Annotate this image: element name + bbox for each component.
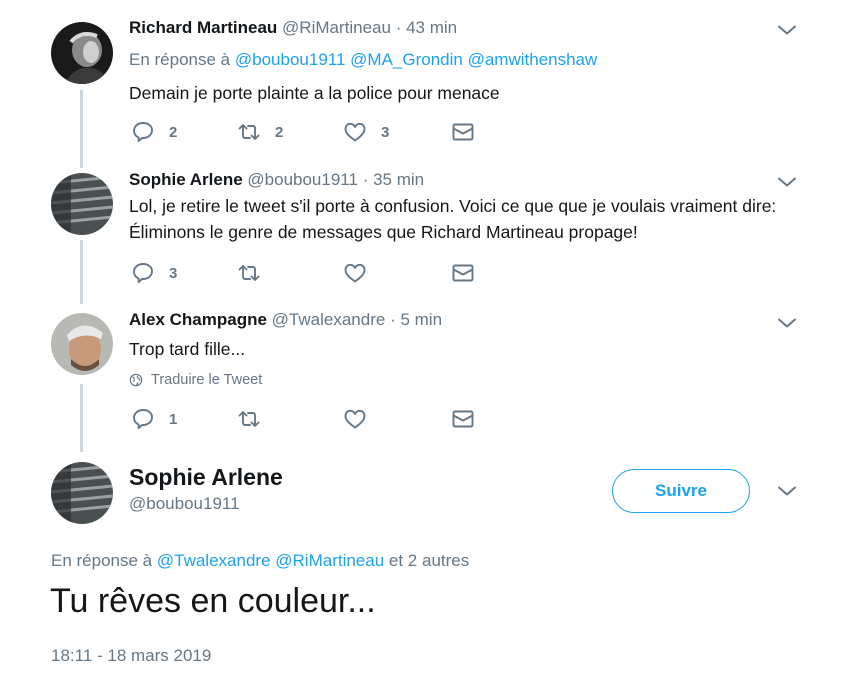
avatar[interactable] — [51, 462, 113, 524]
tweet-actions: 2 2 3 — [131, 120, 491, 144]
tweet-header: Alex Champagne @Twalexandre · 5 min — [129, 309, 442, 331]
tweet-timestamp[interactable]: 18:11 - 18 mars 2019 — [51, 646, 211, 666]
reply-context: En réponse à @boubou1911 @MA_Grondin @am… — [129, 49, 597, 71]
reply-others[interactable]: et 2 autres — [389, 551, 469, 570]
heart-icon — [343, 120, 367, 144]
tweet-text: Demain je porte plainte a la police pour… — [129, 83, 500, 103]
retweet-count: 2 — [275, 123, 284, 141]
tweet-time[interactable]: 43 min — [406, 18, 457, 37]
envelope-icon — [451, 120, 475, 144]
envelope-icon — [451, 407, 475, 431]
tweet-text: Lol, je retire le tweet s'il porte à con… — [129, 196, 777, 242]
chevron-down-icon[interactable] — [776, 175, 798, 189]
display-name[interactable]: Alex Champagne — [129, 310, 267, 329]
display-name[interactable]: Sophie Arlene — [129, 464, 283, 491]
reply-count: 1 — [169, 410, 178, 428]
chevron-down-icon[interactable] — [776, 316, 798, 330]
username[interactable]: @boubou1911 — [129, 494, 240, 514]
reply-button[interactable]: 3 — [131, 261, 177, 285]
avatar[interactable] — [51, 313, 113, 375]
mention-link[interactable]: @boubou1911 — [235, 50, 346, 69]
dm-button[interactable] — [451, 120, 475, 144]
tweet-header: Richard Martineau @RiMartineau · 43 min — [129, 17, 457, 39]
tweet-text: Tu rêves en couleur... — [50, 582, 376, 620]
retweet-icon — [237, 261, 261, 285]
chevron-down-icon[interactable] — [776, 23, 798, 37]
globe-icon — [129, 373, 143, 387]
tweet-actions: 3 — [131, 261, 491, 285]
reply-prefix: En réponse à — [51, 551, 153, 570]
like-count: 3 — [381, 123, 390, 141]
tweet-actions: 1 — [131, 407, 491, 431]
retweet-button[interactable]: 2 — [237, 120, 283, 144]
reply-icon — [131, 120, 155, 144]
reply-button[interactable]: 1 — [131, 407, 177, 431]
tweet-time[interactable]: 5 min — [400, 310, 442, 329]
thread-line — [80, 384, 83, 452]
heart-icon — [343, 261, 367, 285]
chevron-down-icon[interactable] — [776, 484, 798, 498]
translate-link[interactable]: Traduire le Tweet — [129, 372, 262, 388]
like-button[interactable] — [343, 261, 367, 285]
separator-dot: · — [362, 170, 369, 189]
like-button[interactable]: 3 — [343, 120, 389, 144]
retweet-icon — [237, 407, 261, 431]
dm-button[interactable] — [451, 261, 475, 285]
reply-context: En réponse à @Twalexandre @RiMartineau e… — [51, 551, 469, 571]
reply-icon — [131, 261, 155, 285]
tweet-time[interactable]: 35 min — [373, 170, 424, 189]
mention-link[interactable]: @Twalexandre — [157, 551, 271, 570]
thread-line — [80, 240, 83, 304]
reply-count: 2 — [169, 123, 178, 141]
mention-link[interactable]: @MA_Grondin — [350, 50, 463, 69]
reply-count: 3 — [169, 264, 178, 282]
like-button[interactable] — [343, 407, 367, 431]
avatar[interactable] — [51, 22, 113, 84]
tweet-text: Trop tard fille... — [129, 339, 246, 359]
dm-button[interactable] — [451, 407, 475, 431]
retweet-button[interactable] — [237, 261, 261, 285]
separator-dot: · — [390, 310, 396, 329]
mention-link[interactable]: @RiMartineau — [275, 551, 384, 570]
username[interactable]: @Twalexandre — [272, 310, 386, 329]
heart-icon — [343, 407, 367, 431]
avatar[interactable] — [51, 173, 113, 235]
display-name[interactable]: Richard Martineau — [129, 18, 277, 37]
reply-icon — [131, 407, 155, 431]
username[interactable]: @RiMartineau — [282, 18, 391, 37]
separator-dot: · — [395, 18, 402, 37]
retweet-icon — [237, 120, 261, 144]
translate-label: Traduire le Tweet — [151, 372, 263, 388]
tweet-header: Sophie Arlene @boubou1911 · 35 min — [129, 169, 424, 191]
retweet-button[interactable] — [237, 407, 261, 431]
reply-prefix: En réponse à — [129, 50, 231, 69]
envelope-icon — [451, 261, 475, 285]
username[interactable]: @boubou1911 — [247, 170, 358, 189]
thread-line — [80, 90, 83, 168]
mention-link[interactable]: @amwithenshaw — [468, 50, 598, 69]
follow-button[interactable]: Suivre — [612, 469, 750, 513]
display-name[interactable]: Sophie Arlene — [129, 170, 243, 189]
reply-button[interactable]: 2 — [131, 120, 177, 144]
